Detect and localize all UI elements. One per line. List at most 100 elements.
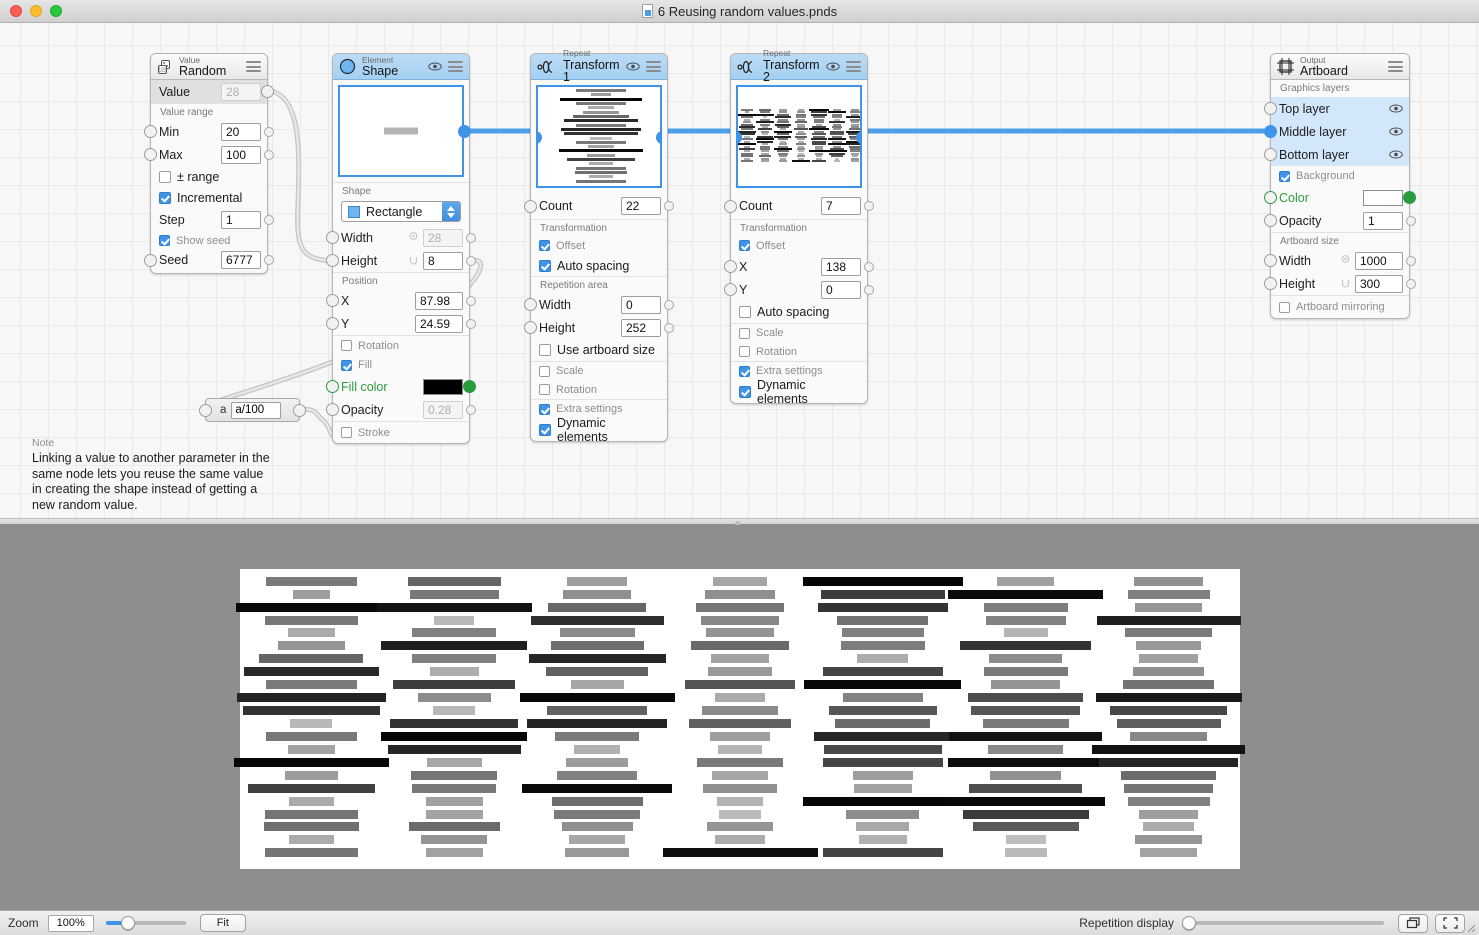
checkbox-t1-auto-spacing[interactable]: [539, 259, 551, 272]
node-artboard[interactable]: Output Artboard Graphics layers Top laye…: [1264, 53, 1416, 319]
fit-button[interactable]: Fit: [199, 914, 246, 932]
output-port-shape-width[interactable]: [466, 232, 476, 243]
param-field-shape-x[interactable]: 87.98: [415, 291, 463, 310]
param-field-step[interactable]: 1: [221, 210, 261, 229]
checkbox-row-t1-use-artboard[interactable]: Use artboard size: [531, 339, 667, 361]
param-row-shape-x[interactable]: X 87.98: [326, 289, 476, 312]
param-field-t1-height[interactable]: 252: [621, 318, 661, 337]
param-row-t2-y[interactable]: Y 0: [724, 278, 874, 301]
node-transform-1-header[interactable]: Repeat Transform 1: [531, 49, 667, 84]
param-field-min[interactable]: 20: [221, 122, 261, 141]
checkbox-row-t2-offset[interactable]: Offset: [731, 236, 867, 255]
checkbox-background[interactable]: [1279, 170, 1290, 182]
checkbox-rotation[interactable]: [341, 340, 352, 351]
input-port-shape-y[interactable]: [326, 317, 339, 330]
input-port-opacity[interactable]: [326, 403, 339, 416]
eye-icon[interactable]: [626, 62, 640, 71]
node-shape[interactable]: Element Shape Shape Rectangle Width 28 H…: [326, 53, 476, 444]
preview-pane[interactable]: [0, 525, 1479, 910]
param-row-value[interactable]: Value 28: [151, 80, 274, 103]
eye-icon[interactable]: [826, 62, 840, 71]
param-field-shape-height[interactable]: 8: [423, 251, 463, 270]
link-lock-icon[interactable]: [407, 231, 420, 244]
checkbox-row-t2-auto-spacing[interactable]: Auto spacing: [731, 301, 867, 323]
output-port-step[interactable]: [264, 214, 274, 225]
param-row-max[interactable]: Max 100: [144, 143, 274, 166]
node-artboard-menu-icon[interactable]: [1388, 61, 1403, 72]
param-field-seed[interactable]: 6777: [221, 251, 261, 269]
output-port-value[interactable]: [261, 85, 274, 98]
param-row-artboard-width[interactable]: Width 1000: [1264, 249, 1416, 272]
output-port-t1-width[interactable]: [664, 299, 674, 310]
param-row-t1-width[interactable]: Width 0: [524, 293, 674, 316]
output-port-artboard-height[interactable]: [1406, 278, 1416, 289]
input-port-min[interactable]: [144, 125, 157, 138]
checkbox-row-t1-dynamic-elements[interactable]: Dynamic elements: [531, 416, 667, 444]
layer-row-bottom[interactable]: Bottom layer: [1264, 143, 1409, 166]
node-expression[interactable]: a a/100: [199, 398, 306, 422]
input-port-t1-height[interactable]: [524, 321, 537, 334]
input-port-top-layer[interactable]: [1264, 102, 1277, 115]
output-port-t2-x[interactable]: [864, 261, 874, 272]
node-random-menu-icon[interactable]: [246, 61, 261, 72]
input-port-shape-height[interactable]: [326, 254, 339, 267]
input-port-artboard-height[interactable]: [1264, 277, 1277, 290]
checkbox-row-fill[interactable]: Fill: [333, 355, 469, 375]
checkbox-plusminus-range[interactable]: [159, 170, 171, 183]
input-port-middle-layer[interactable]: [1264, 125, 1277, 138]
chevron-updown-icon[interactable]: [442, 202, 460, 221]
checkbox-row-incremental[interactable]: Incremental: [151, 187, 267, 208]
param-row-opacity[interactable]: Opacity 0.28: [326, 398, 476, 421]
checkbox-row-show-seed[interactable]: Show seed: [151, 231, 267, 250]
output-port-t1-count[interactable]: [664, 201, 674, 211]
param-field-t1-count[interactable]: 22: [621, 197, 661, 215]
checkbox-t2-offset[interactable]: [739, 240, 750, 251]
input-port-t1-count[interactable]: [524, 199, 537, 213]
checkbox-t2-dynamic-elements[interactable]: [739, 385, 751, 398]
input-port-t1-width[interactable]: [524, 298, 537, 311]
param-field-t1-width[interactable]: 0: [621, 295, 661, 314]
checkbox-t1-rotation[interactable]: [539, 384, 550, 395]
param-field-t2-x[interactable]: 138: [821, 257, 861, 276]
zoom-slider[interactable]: [105, 916, 186, 930]
param-row-artboard-color[interactable]: Color: [1264, 186, 1416, 209]
checkbox-t2-auto-spacing[interactable]: [739, 306, 751, 318]
maximize-button[interactable]: [50, 5, 62, 17]
output-port-shape-y[interactable]: [466, 318, 476, 329]
param-field-shape-width[interactable]: 28: [423, 228, 463, 247]
node-transform-2-menu-icon[interactable]: [846, 61, 861, 72]
checkbox-row-plusminus-range[interactable]: ± range: [151, 166, 267, 187]
node-random-header[interactable]: 123 Value Random: [151, 54, 267, 80]
zoom-slider-knob[interactable]: [121, 916, 136, 930]
preview-mode-button[interactable]: [1398, 913, 1428, 933]
output-port-t1-height[interactable]: [664, 322, 674, 333]
param-row-shape-width[interactable]: Width 28: [326, 226, 476, 249]
expression-formula-field[interactable]: a/100: [231, 401, 282, 419]
resize-grip-icon[interactable]: [1464, 921, 1476, 933]
param-field-shape-y[interactable]: 24.59: [415, 314, 463, 333]
output-port-opacity[interactable]: [466, 404, 476, 415]
param-row-artboard-opacity[interactable]: Opacity 1: [1264, 209, 1416, 232]
node-shape-menu-icon[interactable]: [448, 61, 463, 72]
param-row-t1-height[interactable]: Height 252: [524, 316, 674, 339]
shape-type-select[interactable]: Rectangle: [341, 201, 461, 222]
param-row-fill-color[interactable]: Fill color: [326, 375, 476, 398]
window-controls[interactable]: [10, 5, 62, 17]
artboard-color-swatch[interactable]: [1363, 189, 1403, 206]
repetition-display-slider[interactable]: [1182, 916, 1384, 930]
fill-color-swatch[interactable]: [423, 378, 463, 395]
panel-splitter[interactable]: [0, 518, 1479, 526]
checkbox-incremental[interactable]: [159, 191, 171, 204]
node-transform-2-thumbnail[interactable]: [736, 85, 862, 188]
param-field-max[interactable]: 100: [221, 145, 261, 164]
param-row-min[interactable]: Min 20: [144, 120, 274, 143]
input-port-seed[interactable]: [144, 253, 157, 267]
eye-icon[interactable]: [1389, 127, 1403, 136]
node-graph-canvas[interactable]: 123 Value Random Value 28 Value range Mi…: [0, 23, 1479, 520]
checkbox-fill[interactable]: [341, 359, 352, 371]
output-port-fill-color[interactable]: [463, 380, 476, 393]
node-shape-header[interactable]: Element Shape: [333, 54, 469, 80]
checkbox-row-background[interactable]: Background: [1271, 166, 1409, 186]
param-row-step[interactable]: Step 1: [151, 208, 274, 231]
layer-row-top[interactable]: Top layer: [1264, 97, 1409, 120]
